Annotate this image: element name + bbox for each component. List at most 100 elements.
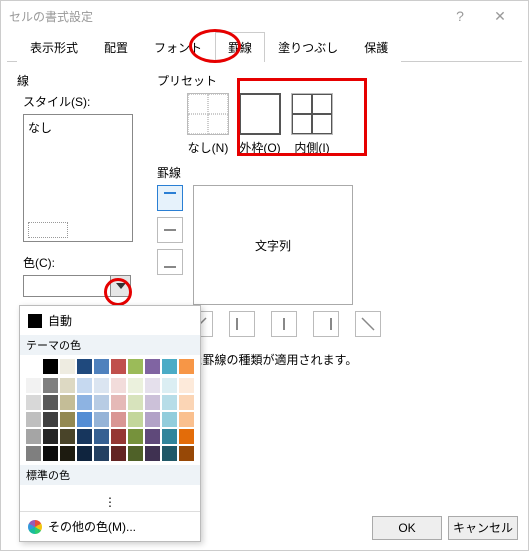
preset-none[interactable]: なし(N) [187, 93, 229, 156]
color-swatch[interactable] [43, 446, 58, 461]
color-swatch[interactable] [43, 429, 58, 444]
color-swatch[interactable] [162, 412, 177, 427]
color-swatch[interactable] [128, 412, 143, 427]
border-middle-h-button[interactable] [157, 217, 183, 243]
border-top-button[interactable] [157, 185, 183, 211]
color-swatch[interactable] [60, 378, 75, 393]
border-preview[interactable]: 文字列 [193, 185, 353, 305]
style-sample-dotted[interactable] [28, 222, 68, 238]
color-picker: 自動 テーマの色 標準の色 ⋮ その他の色(M)... [19, 305, 201, 542]
dialog-footer: OK キャンセル [372, 516, 518, 540]
color-swatch[interactable] [145, 446, 160, 461]
color-swatch[interactable] [43, 395, 58, 410]
theme-colors-shades [20, 378, 200, 465]
color-swatch[interactable] [26, 395, 41, 410]
color-swatch[interactable] [94, 359, 109, 374]
color-swatch[interactable] [77, 429, 92, 444]
tab-font[interactable]: フォント [141, 32, 215, 62]
picker-more-indicator: ⋮ [20, 493, 200, 511]
color-swatch[interactable] [60, 429, 75, 444]
color-wheel-icon [28, 520, 42, 534]
color-swatch[interactable] [94, 429, 109, 444]
color-swatch[interactable] [179, 378, 194, 393]
color-auto[interactable]: 自動 [20, 306, 200, 335]
standard-colors [20, 485, 200, 493]
color-swatch[interactable] [94, 395, 109, 410]
color-swatch[interactable] [43, 378, 58, 393]
color-swatch[interactable] [128, 378, 143, 393]
color-swatch[interactable] [128, 395, 143, 410]
color-swatch[interactable] [162, 429, 177, 444]
color-swatch[interactable] [77, 395, 92, 410]
theme-colors-row1 [20, 355, 200, 378]
cancel-button[interactable]: キャンセル [448, 516, 518, 540]
color-swatch[interactable] [179, 429, 194, 444]
preset-outline-label: 外枠(O) [239, 139, 281, 156]
line-group-label: 線 [17, 72, 147, 89]
border-group-label: 罫線 [157, 164, 512, 181]
color-swatch[interactable] [162, 378, 177, 393]
color-swatch[interactable] [60, 395, 75, 410]
color-swatch[interactable] [26, 446, 41, 461]
color-swatch[interactable] [145, 395, 160, 410]
color-swatch[interactable] [162, 359, 177, 374]
preset-inside[interactable]: 内側(I) [291, 93, 333, 156]
color-swatch[interactable] [179, 412, 194, 427]
color-swatch[interactable] [77, 412, 92, 427]
color-swatch[interactable] [162, 395, 177, 410]
border-left-button[interactable] [229, 311, 255, 337]
color-swatch[interactable] [26, 378, 41, 393]
color-swatch[interactable] [179, 359, 194, 374]
more-colors[interactable]: その他の色(M)... [20, 511, 200, 541]
color-swatch[interactable] [111, 429, 126, 444]
preset-none-icon [187, 93, 229, 135]
border-bottom-button[interactable] [157, 249, 183, 275]
color-swatch[interactable] [111, 378, 126, 393]
color-swatch[interactable] [94, 446, 109, 461]
tab-border[interactable]: 罫線 [215, 32, 265, 62]
color-swatch[interactable] [77, 446, 92, 461]
ok-button[interactable]: OK [372, 516, 442, 540]
color-swatch[interactable] [26, 412, 41, 427]
color-dropdown-button[interactable] [111, 275, 131, 297]
color-swatch[interactable] [128, 446, 143, 461]
tab-fill[interactable]: 塗りつぶし [265, 32, 351, 62]
color-swatch[interactable] [94, 378, 109, 393]
color-swatch[interactable] [43, 359, 58, 374]
color-swatch[interactable] [145, 378, 160, 393]
color-swatch[interactable] [128, 359, 143, 374]
color-swatch[interactable] [94, 412, 109, 427]
border-middle-v-button[interactable] [271, 311, 297, 337]
color-swatch[interactable] [111, 446, 126, 461]
color-swatch[interactable] [162, 446, 177, 461]
color-swatch[interactable] [26, 359, 41, 374]
color-swatch[interactable] [26, 429, 41, 444]
close-button[interactable]: ✕ [480, 8, 520, 25]
format-cells-dialog: セルの書式設定 ? ✕ 表示形式 配置 フォント 罫線 塗りつぶし 保護 線 ス… [0, 0, 529, 551]
tab-number[interactable]: 表示形式 [17, 32, 91, 62]
tab-alignment[interactable]: 配置 [91, 32, 141, 62]
border-right-button[interactable] [313, 311, 339, 337]
color-swatch[interactable] [145, 359, 160, 374]
color-swatch[interactable] [43, 412, 58, 427]
border-diag-down-button[interactable] [355, 311, 381, 337]
color-swatch[interactable] [179, 446, 194, 461]
preset-outline[interactable]: 外枠(O) [239, 93, 281, 156]
style-none[interactable]: なし [28, 119, 128, 136]
color-swatch[interactable] [60, 359, 75, 374]
color-swatch[interactable] [77, 359, 92, 374]
color-swatch[interactable] [179, 395, 194, 410]
color-swatch[interactable] [145, 429, 160, 444]
color-swatch[interactable] [111, 395, 126, 410]
color-swatch[interactable] [111, 359, 126, 374]
color-swatch[interactable] [111, 412, 126, 427]
tab-protection[interactable]: 保護 [351, 32, 401, 62]
color-swatch[interactable] [145, 412, 160, 427]
help-button[interactable]: ? [440, 8, 480, 24]
color-swatch[interactable] [128, 429, 143, 444]
color-swatch[interactable] [60, 446, 75, 461]
line-style-list[interactable]: なし [23, 114, 133, 242]
color-field[interactable] [23, 275, 111, 297]
color-swatch[interactable] [60, 412, 75, 427]
color-swatch[interactable] [77, 378, 92, 393]
